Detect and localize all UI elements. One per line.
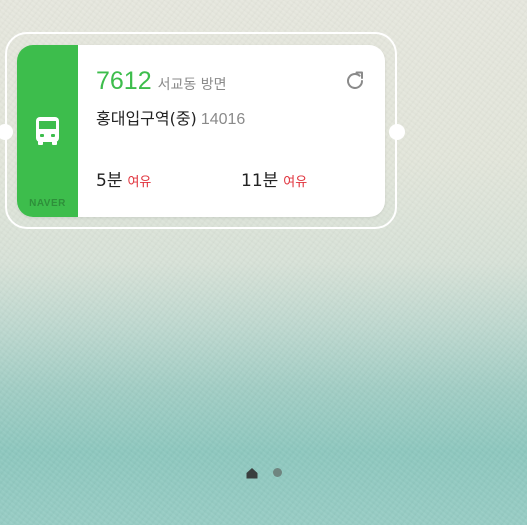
- bus-stop-row: 홍대입구역(중) 14016: [96, 105, 245, 129]
- home-icon[interactable]: [246, 467, 258, 479]
- arrival-time: 5분: [96, 171, 123, 191]
- route-direction: 서교동 방면: [157, 77, 227, 93]
- page-dot[interactable]: [273, 468, 282, 477]
- resize-handle-right[interactable]: [389, 124, 405, 140]
- arrival-status: 여유: [283, 175, 308, 190]
- widget-side-panel: NAVER: [17, 45, 78, 217]
- bus-arrival-widget[interactable]: NAVER 7612 서교동 방면 홍대입구역(중) 14016 5분 여유 11분 여…: [17, 45, 385, 217]
- resize-handle-left[interactable]: [0, 124, 13, 140]
- bus-stop-id: 14016: [200, 111, 246, 128]
- route-number: 7612: [96, 67, 152, 95]
- bus-icon: [36, 117, 59, 145]
- bus-stop-name: 홍대입구역(중): [96, 109, 197, 128]
- arrival-status: 여유: [127, 175, 152, 190]
- arrival-time: 11분: [241, 171, 279, 191]
- arrival-item-second: 11분 여유: [241, 166, 307, 191]
- route-row: 7612 서교동 방면: [96, 67, 226, 96]
- naver-logo: NAVER: [29, 198, 66, 209]
- refresh-icon[interactable]: [343, 69, 367, 93]
- arrival-item-first: 5분 여유: [96, 166, 151, 191]
